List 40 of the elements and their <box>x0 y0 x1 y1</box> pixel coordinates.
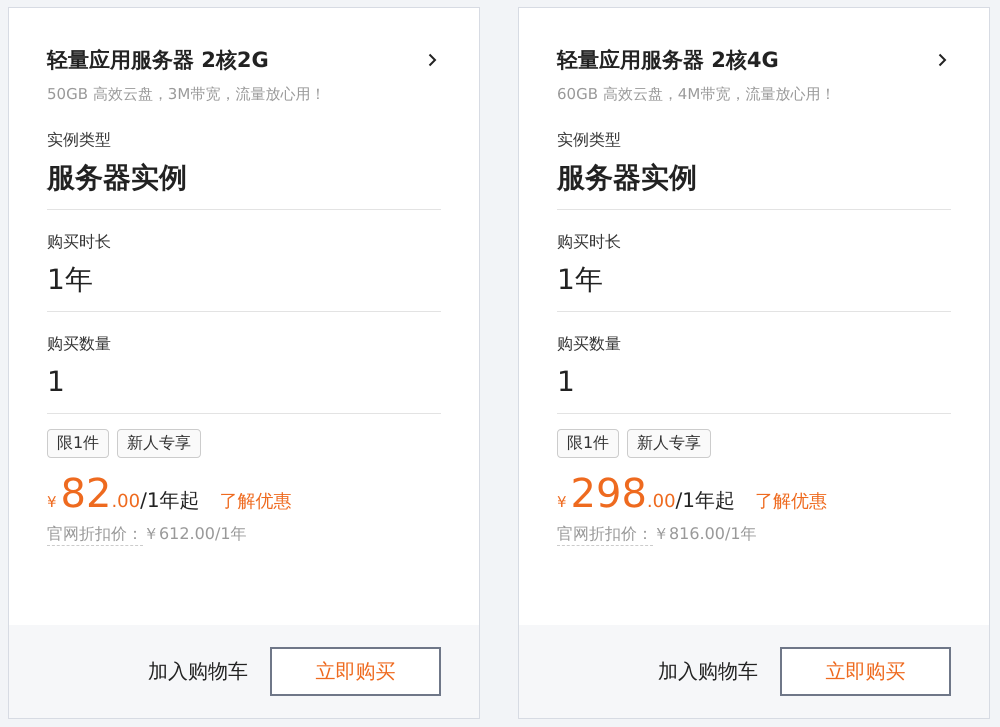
field-value: 1 <box>557 365 576 399</box>
currency-symbol: ¥ <box>557 493 567 511</box>
price-decimal: .00 <box>646 491 676 512</box>
price-integer: 298 <box>570 472 647 516</box>
list-price-label: 官网折扣价： <box>47 524 143 546</box>
field-value: 1年 <box>47 263 94 297</box>
price-integer: 82 <box>60 472 112 516</box>
product-description: 60GB 高效云盘，4M带宽，流量放心用！ <box>557 85 836 104</box>
list-price-label: 官网折扣价： <box>557 524 653 546</box>
field-label: 实例类型 <box>557 130 622 151</box>
buy-now-button[interactable]: 立即购买 <box>270 647 441 696</box>
field-label: 实例类型 <box>47 130 112 151</box>
tag: 新人专享 <box>117 429 202 458</box>
product-title: 轻量应用服务器 2核2G <box>47 47 269 74</box>
field-label: 购买时长 <box>557 232 622 253</box>
price-decimal: .00 <box>111 491 140 512</box>
add-to-cart-button[interactable]: 加入购物车 <box>658 658 758 685</box>
buy-now-button[interactable]: 立即购买 <box>780 647 951 696</box>
field-label: 购买数量 <box>47 334 112 355</box>
list-price: ￥816.00/1年 <box>653 524 757 545</box>
currency-symbol: ¥ <box>47 493 57 511</box>
field-label: 购买数量 <box>557 334 622 355</box>
field-label: 购买时长 <box>47 232 112 253</box>
list-price: ￥612.00/1年 <box>143 524 247 545</box>
price-unit: /1年起 <box>676 487 736 514</box>
product-description: 50GB 高效云盘，3M带宽，流量放心用！ <box>47 85 326 104</box>
tag: 新人专享 <box>627 429 712 458</box>
tag: 限1件 <box>47 429 110 458</box>
add-to-cart-button[interactable]: 加入购物车 <box>148 658 248 685</box>
chevron-right-icon[interactable] <box>428 53 437 67</box>
offer-link[interactable]: 了解优惠 <box>755 489 828 513</box>
field-value: 1年 <box>557 263 604 297</box>
tag: 限1件 <box>557 429 620 458</box>
field-value: 服务器实例 <box>557 161 698 195</box>
price-unit: /1年起 <box>140 487 200 514</box>
offer-link[interactable]: 了解优惠 <box>220 489 292 513</box>
chevron-right-icon[interactable] <box>938 53 947 67</box>
field-value: 1 <box>47 365 66 399</box>
field-value: 服务器实例 <box>47 161 188 195</box>
product-title: 轻量应用服务器 2核4G <box>557 47 779 74</box>
